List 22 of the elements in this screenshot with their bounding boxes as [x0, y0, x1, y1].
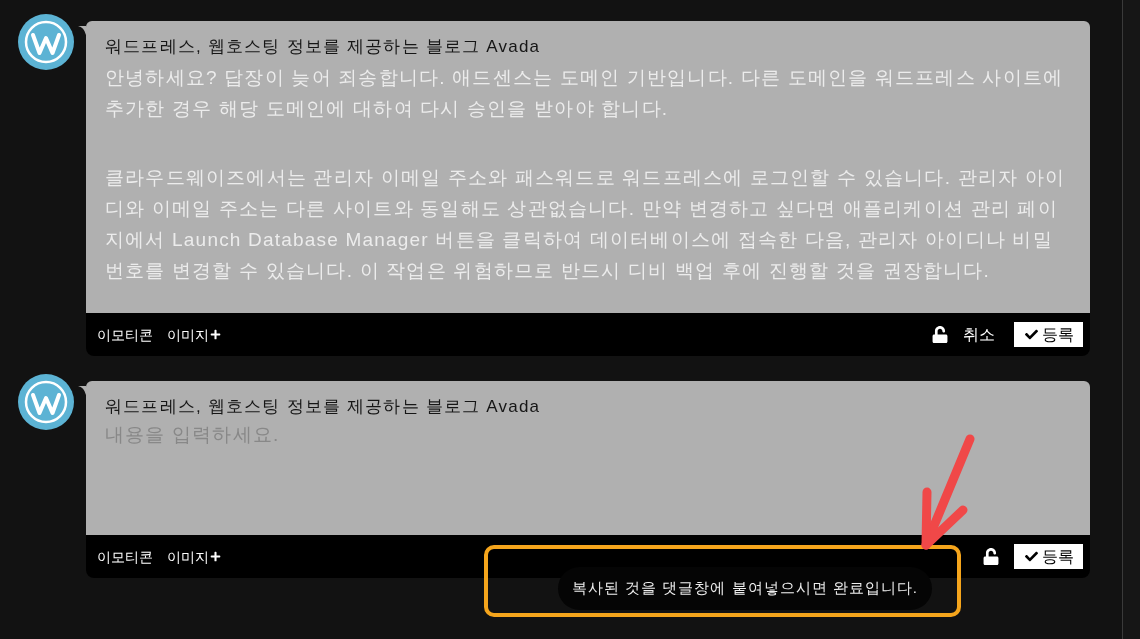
submit-button[interactable]: 등록	[1014, 322, 1083, 347]
unlock-icon[interactable]	[932, 326, 948, 343]
image-add-button[interactable]: 이미지	[167, 324, 221, 345]
logo-avatar-icon	[18, 14, 74, 70]
toast-message: 복사된 것을 댓글창에 붙여넣으시면 완료입니다.	[558, 567, 932, 610]
author-name: 워드프레스, 웹호스팅 정보를 제공하는 블로그 Avada	[105, 37, 542, 57]
plus-icon	[210, 551, 221, 562]
plus-icon	[210, 329, 221, 340]
logo-avatar-icon	[18, 374, 74, 430]
bubble-tail	[78, 26, 86, 35]
comment-text: 클라우드웨이즈에서는 관리자 이메일 주소와 패스워드로 워드프레스에 로그인할 수 있습니다. 관리자 아이디와 이메일 주소는 다른 사이트와 동일해도 상관없습니다. 만약 변경하고 싶다면 애플리케이션 관리 페이지에서 Launch Database Manager 버튼을 클릭하여 데이터베이스에 접속한 다음, 관리자 아이디나 비밀번호를 변경할 수 있습니다. 이 작업은 위험하므로 반드시 디비 백업 후에 진행할 것을 권장합니다.	[105, 166, 1067, 283]
author-name: 워드프레스, 웹호스팅 정보를 제공하는 블로그 Avada	[105, 397, 542, 417]
check-icon	[1023, 328, 1039, 341]
cancel-button[interactable]: 취소	[963, 323, 995, 346]
bubble-tail	[78, 386, 86, 395]
emoticon-button[interactable]: 이모티콘	[97, 546, 153, 567]
submit-button[interactable]: 등록	[1014, 544, 1083, 569]
emoticon-button[interactable]: 이모티콘	[97, 324, 153, 345]
comment-text: 안녕하세요? 답장이 늦어 죄송합니다. 애드센스는 도메인 기반입니다. 다른 도메인을 워드프레스 사이트에 추가한 경우 해당 도메인에 대하여 다시 승인을 받아야 합니다.	[105, 66, 1065, 121]
check-icon	[1023, 550, 1039, 563]
unlock-icon[interactable]	[983, 548, 999, 565]
image-add-button[interactable]: 이미지	[167, 546, 221, 567]
